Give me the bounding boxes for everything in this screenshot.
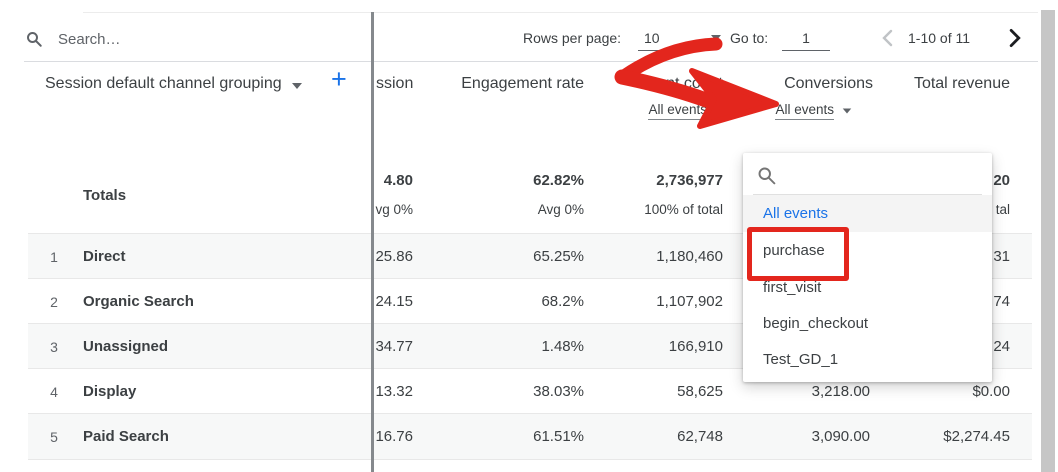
totals-event-count-value: 2,736,977	[656, 172, 723, 189]
column-header-event-count[interactable]: Event count	[639, 75, 724, 93]
search-input[interactable]	[56, 29, 320, 49]
engagement-rate-value: 68.2%	[541, 293, 584, 310]
table-search	[25, 26, 320, 52]
session-value: 24.15	[375, 293, 413, 310]
event-count-value: 166,910	[668, 338, 723, 355]
column-header-session-partial[interactable]: ssion	[376, 75, 413, 93]
frozen-column-divider	[371, 12, 374, 472]
revenue-value: $2,274.45	[943, 428, 1010, 445]
menu-item-begin-checkout[interactable]: begin_checkout	[743, 305, 992, 341]
totals-label: Totals	[83, 187, 127, 204]
channel-name: Organic Search	[83, 293, 194, 310]
goto-page-label: Go to:	[730, 30, 769, 46]
rows-per-page-select[interactable]: 10	[638, 28, 694, 51]
column-header-engagement-rate[interactable]: Engagement rate	[461, 75, 584, 93]
totals-session-subtext: vg 0%	[375, 202, 413, 217]
session-value: 16.76	[375, 428, 413, 445]
engagement-rate-value: 38.03%	[533, 383, 584, 400]
column-header-total-revenue[interactable]: Total revenue	[914, 75, 1010, 93]
engagement-rate-value: 61.51%	[533, 428, 584, 445]
row-index: 5	[50, 428, 58, 445]
conversions-filter-dropdown[interactable]: All events	[775, 102, 852, 120]
event-count-value: 1,107,902	[656, 293, 723, 310]
search-icon	[756, 165, 777, 186]
engagement-rate-value: 1.48%	[541, 338, 584, 355]
totals-event-count-subtext: 100% of total	[644, 202, 723, 217]
channel-name: Unassigned	[83, 338, 169, 355]
session-value: 34.77	[375, 338, 413, 355]
totals-revenue-value-partial: 20	[993, 172, 1010, 189]
row-index: 2	[50, 293, 58, 310]
top-border-line	[83, 12, 1038, 13]
column-header-conversions[interactable]: Conversions	[784, 75, 873, 93]
rows-per-page-caret-icon[interactable]	[711, 35, 721, 41]
totals-session-value: 4.80	[383, 172, 413, 189]
rows-per-page-label: Rows per page:	[523, 30, 622, 46]
next-page-button[interactable]	[1006, 28, 1024, 48]
previous-page-button[interactable]	[878, 28, 896, 48]
annotation-highlight-box	[747, 227, 849, 281]
totals-engagement-subtext: Avg 0%	[537, 202, 584, 217]
toolbar-separator-line	[24, 61, 1038, 62]
event-count-value: 58,625	[677, 383, 723, 400]
dimension-caret-icon	[291, 82, 302, 89]
table-row: 5 Paid Search 16.76 61.51% 62,748 3,090.…	[28, 413, 1032, 460]
goto-page-input[interactable]	[784, 29, 828, 47]
channel-name: Display	[83, 383, 137, 400]
channel-name: Direct	[83, 248, 126, 265]
event-count-value: 1,180,460	[656, 248, 723, 265]
analytics-table-view: Rows per page: 10 Go to: 1-10 of 11 Sess…	[0, 0, 1058, 472]
channel-name: Paid Search	[83, 428, 169, 445]
session-value: 13.32	[375, 383, 413, 400]
conversions-filter-caret-icon	[842, 108, 852, 114]
dimension-header-label: Session default channel grouping	[45, 75, 282, 92]
revenue-value-partial: 74	[993, 293, 1010, 310]
vertical-scrollbar[interactable]	[1041, 10, 1055, 472]
row-index: 1	[50, 248, 58, 265]
engagement-rate-value: 65.25%	[533, 248, 584, 265]
add-dimension-button[interactable]: +	[331, 66, 347, 93]
session-value: 25.86	[375, 248, 413, 265]
conversions-value: 3,090.00	[811, 428, 870, 445]
dimension-header-session-default-channel-grouping[interactable]: Session default channel grouping	[45, 75, 302, 93]
search-icon	[25, 30, 43, 48]
menu-item-test-gd-1[interactable]: Test_GD_1	[743, 341, 992, 377]
event-count-filter-link[interactable]: All events	[648, 102, 707, 120]
pagination-range: 1-10 of 11	[908, 30, 971, 46]
row-index: 3	[50, 338, 58, 355]
totals-engagement-value: 62.82%	[533, 172, 584, 189]
menu-search-field[interactable]	[756, 163, 966, 187]
totals-revenue-subtext-partial: tal	[995, 202, 1010, 217]
event-count-value: 62,748	[677, 428, 723, 445]
revenue-value-partial: 24	[993, 338, 1010, 355]
goto-page-field	[782, 28, 830, 51]
row-index: 4	[50, 383, 58, 400]
revenue-value-partial: 31	[993, 248, 1010, 265]
